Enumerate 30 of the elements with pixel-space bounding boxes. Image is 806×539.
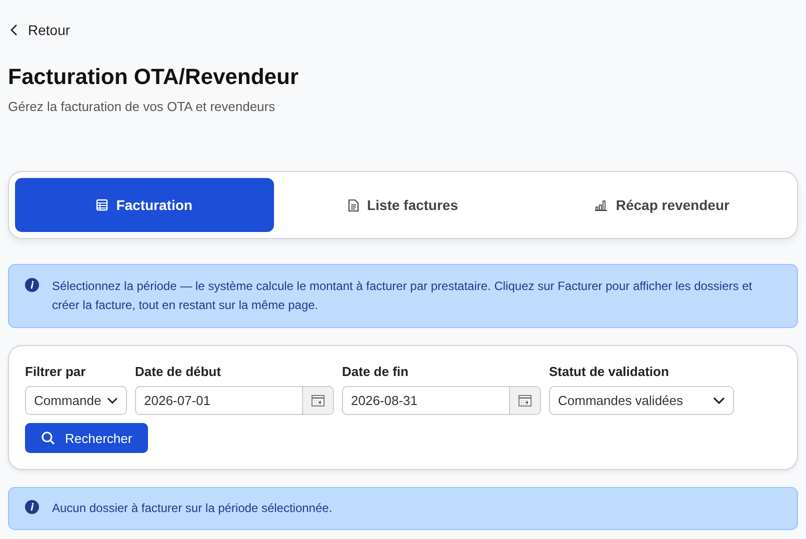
calendar-icon	[311, 394, 325, 407]
back-link[interactable]: Retour	[8, 18, 72, 42]
info-message: Sélectionnez la période — le système calcule le montant à facturer par prestataire. Cliquez sur Facturer pour afficher les dossiers et créer la facture, tout en restant sur la même page.	[52, 278, 754, 314]
info-icon	[25, 278, 39, 292]
dropdown[interactable]: Commande	[25, 386, 127, 415]
chevron-down-icon	[713, 396, 725, 404]
info-message: Aucun dossier à facturer sur la période sélectionnée.	[52, 500, 332, 517]
chevron-left-icon	[10, 24, 18, 36]
date-picker[interactable]: 2026-08-31	[342, 386, 541, 415]
dropdown[interactable]: Commandes validées	[549, 386, 734, 415]
page-subtitle: Gérez la facturation de vos OTA et revendeurs	[8, 99, 276, 114]
date-picker[interactable]: 2026-07-01	[135, 386, 334, 415]
calendar-button[interactable]	[302, 387, 333, 414]
tab[interactable]: Liste factures	[274, 178, 532, 232]
field-label: Date de fin	[342, 364, 410, 379]
field-label: Statut de validation	[549, 364, 670, 379]
field-label: Date de début	[135, 364, 222, 379]
calendar-icon	[518, 394, 532, 407]
bar-chart-icon	[594, 199, 608, 211]
search-icon	[41, 431, 55, 445]
chevron-down-icon	[107, 396, 118, 404]
table-icon	[96, 199, 108, 211]
search-button[interactable]: Rechercher	[25, 423, 148, 453]
tab[interactable]: Récap revendeur	[532, 178, 791, 232]
document-icon	[348, 198, 359, 212]
calendar-button[interactable]	[509, 387, 540, 414]
field-label: Filtrer par	[25, 364, 87, 379]
info-icon	[25, 500, 39, 514]
page-title: Facturation OTA/Revendeur	[8, 64, 300, 90]
tab[interactable]: Facturation	[15, 178, 274, 232]
